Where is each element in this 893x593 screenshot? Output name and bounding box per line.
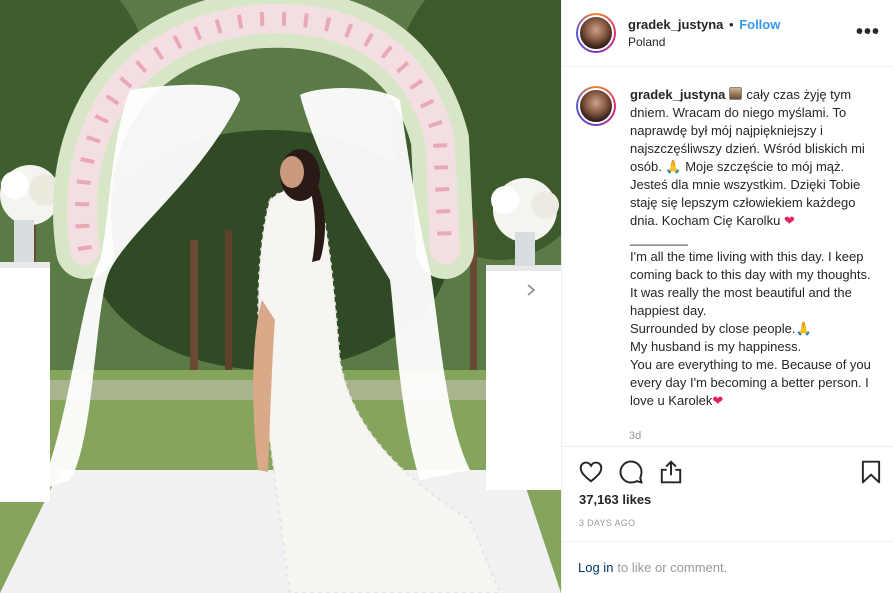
heart-emoji-icon: ❤ bbox=[783, 213, 795, 228]
caption-polish: cały czas żyję tym dniem. Wracam do nieg… bbox=[630, 87, 865, 228]
share-icon[interactable] bbox=[658, 459, 684, 485]
likes-count[interactable]: 37,163 likes bbox=[579, 492, 651, 507]
bookmark-icon[interactable] bbox=[858, 459, 884, 485]
caption-english: I'm all the time living with this day. I… bbox=[630, 249, 871, 408]
action-bar bbox=[562, 446, 893, 496]
caption-time: 3d bbox=[629, 430, 642, 442]
caption-username[interactable]: gradek_justyna bbox=[630, 87, 725, 102]
heart-outline-icon[interactable] bbox=[578, 459, 604, 485]
separator-dot: • bbox=[729, 16, 734, 32]
caption-divider: ________ bbox=[630, 231, 688, 246]
comment-bubble-icon[interactable] bbox=[618, 459, 644, 485]
post-side-panel: gradek_justyna • Follow Poland ••• grade… bbox=[561, 0, 893, 593]
next-photo-button[interactable] bbox=[526, 284, 550, 308]
caption-block: gradek_justyna cały czas żyję tym dniem. … bbox=[562, 86, 893, 410]
heart-emoji-icon: ❤ bbox=[712, 393, 724, 408]
login-prompt-text: to like or comment. bbox=[617, 560, 728, 575]
post-photo[interactable] bbox=[0, 0, 561, 593]
caption-text: gradek_justyna cały czas żyję tym dniem. … bbox=[630, 86, 880, 410]
emoji-icon bbox=[729, 87, 743, 100]
post-date[interactable]: 3 DAYS AGO bbox=[579, 518, 635, 528]
follow-button[interactable]: Follow bbox=[739, 17, 780, 32]
caption-avatar[interactable] bbox=[576, 86, 616, 126]
author-info: gradek_justyna • Follow Poland bbox=[628, 17, 780, 50]
wedding-photo-illustration bbox=[0, 0, 561, 593]
post-location[interactable]: Poland bbox=[628, 35, 780, 49]
login-link[interactable]: Log in bbox=[578, 560, 613, 575]
author-username[interactable]: gradek_justyna bbox=[628, 17, 723, 32]
post-header: gradek_justyna • Follow Poland ••• bbox=[562, 0, 893, 67]
more-options-icon[interactable]: ••• bbox=[856, 22, 880, 42]
login-prompt: Log in to like or comment. bbox=[562, 541, 893, 593]
author-avatar[interactable] bbox=[576, 13, 616, 53]
chevron-right-icon bbox=[527, 284, 536, 296]
